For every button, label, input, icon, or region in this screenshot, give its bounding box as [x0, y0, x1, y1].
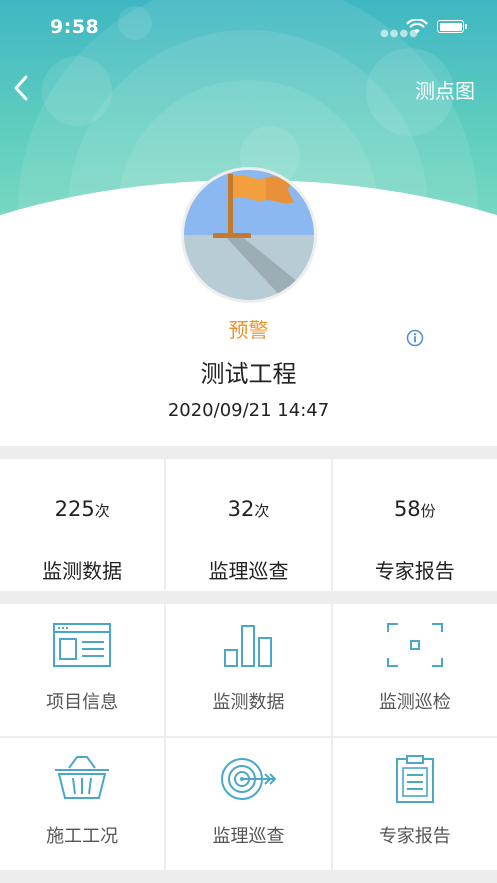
menu-label: 监测数据 — [212, 692, 285, 713]
warning-flag-icon — [184, 170, 314, 300]
stat-value: 32次 — [166, 497, 330, 521]
stat-supervision-patrol[interactable]: 32次 监理巡查 — [166, 459, 331, 591]
project-datetime: 2020/09/21 14:47 — [167, 400, 330, 421]
stat-monitoring-data[interactable]: 225次 监测数据 — [0, 459, 165, 591]
measure-point-map-link[interactable]: 测点图 — [415, 75, 475, 104]
menu-monitoring-inspection[interactable]: 监测巡检 — [332, 604, 497, 736]
stat-label: 监理巡查 — [208, 559, 289, 583]
stat-number: 32 — [227, 497, 255, 521]
menu-label: 施工工况 — [46, 826, 119, 847]
wifi-icon — [406, 19, 428, 34]
menu-label: 项目信息 — [46, 692, 119, 713]
stat-unit: 份 — [420, 502, 436, 520]
menu-label: 监理巡查 — [212, 826, 285, 847]
target-icon — [221, 758, 277, 800]
stat-label: 专家报告 — [374, 559, 455, 583]
menu-label: 监测巡检 — [378, 692, 451, 713]
back-chevron-icon[interactable] — [8, 72, 36, 104]
menu-supervision-patrol[interactable]: 监理巡查 — [166, 738, 331, 870]
window-icon — [53, 623, 112, 667]
project-name: 测试工程 — [200, 360, 297, 388]
clipboard-icon — [395, 755, 434, 803]
menu-construction-status[interactable]: 施工工况 — [0, 738, 165, 870]
stat-unit: 次 — [254, 502, 270, 520]
status-time: 9:58 — [50, 16, 100, 38]
menu-expert-report[interactable]: 专家报告 — [332, 738, 497, 870]
stat-number: 225 — [54, 497, 95, 521]
menu-project-info[interactable]: 项目信息 — [0, 604, 165, 736]
bar-chart-icon — [224, 625, 273, 667]
header-bubble — [42, 56, 112, 126]
basket-icon — [55, 756, 110, 799]
scan-frame-icon — [386, 623, 443, 667]
menu-grid: 项目信息 监测数据 监测巡检 施工工况 监理巡查 专家报告 — [0, 604, 497, 883]
stat-expert-report[interactable]: 58份 专家报告 — [332, 459, 497, 591]
menu-monitoring-data[interactable]: 监测数据 — [166, 604, 331, 736]
battery-icon — [437, 20, 467, 33]
stat-label: 监测数据 — [42, 559, 123, 583]
info-icon[interactable] — [406, 329, 424, 347]
stat-value: 58份 — [333, 497, 497, 521]
stat-unit: 次 — [94, 502, 110, 520]
menu-label: 专家报告 — [378, 826, 451, 847]
stats-row: 225次 监测数据 32次 监理巡查 58份 专家报告 — [0, 459, 497, 591]
status-bar: 9:58 ●●●● — [0, 0, 497, 56]
flag-badge — [181, 167, 317, 303]
stat-number: 58 — [393, 497, 421, 521]
stat-value: 225次 — [0, 497, 164, 521]
